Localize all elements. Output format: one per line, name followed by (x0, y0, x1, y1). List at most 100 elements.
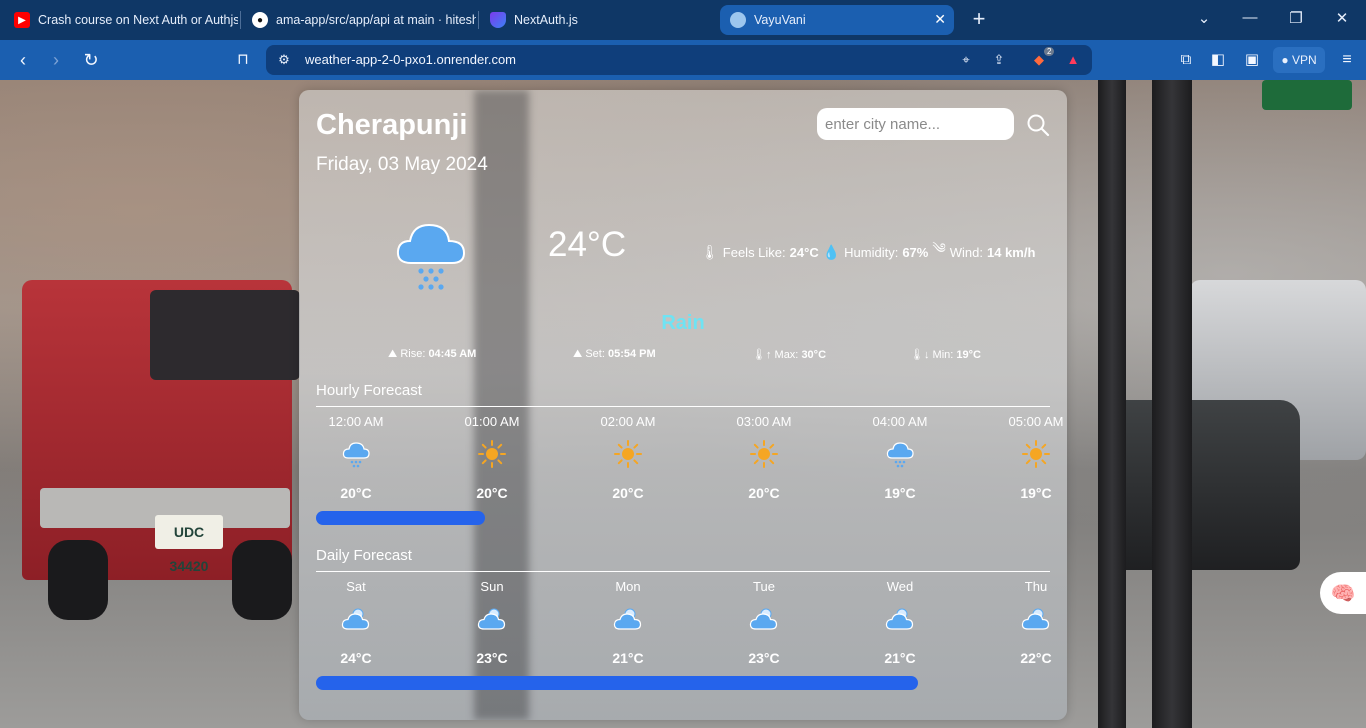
extensions-icon[interactable]: ⧉ (1175, 49, 1197, 71)
sunrise-label: Rise: (400, 348, 426, 360)
hourly-label: 01:00 AM (464, 414, 520, 429)
url-text[interactable]: weather-app-2-0-pxo1.onrender.com (305, 52, 516, 67)
max-temp-icon: 🌡↑ (752, 349, 772, 361)
hourly-item: 03:00 AM 20°C (724, 413, 804, 501)
brain-extension-icon[interactable]: 🧠 (1320, 572, 1366, 614)
daily-scrollbar-thumb[interactable] (316, 676, 918, 690)
menu-button[interactable]: ≡ (1336, 49, 1358, 71)
vpn-status-icon: ● (1281, 53, 1289, 67)
github-icon: ● (252, 12, 268, 28)
hourly-item: 01:00 AM 20°C (452, 413, 532, 501)
daily-item: Thu 22°C (996, 578, 1067, 666)
truck-wheel (48, 540, 108, 620)
max-temp-label: Max: (774, 349, 799, 361)
nextauth-icon (490, 12, 506, 28)
hourly-item: 04:00 AM 19°C (860, 413, 940, 501)
rain-cloud-icon (886, 442, 914, 468)
daily-item: Sat 24°C (316, 578, 396, 666)
daily-label: Mon (615, 579, 641, 594)
hourly-temp: 20°C (476, 485, 508, 501)
sunset-icon: ⛰ (573, 348, 583, 360)
max-temp-value: 30°C (801, 349, 827, 361)
location-icon[interactable]: ⌖ (957, 51, 975, 69)
browser-toolbar: ‹ › ↻ ⊓ ⚙ weather-app-2-0-pxo1.onrender.… (0, 40, 1366, 80)
humidity-value: 67% (902, 244, 929, 260)
sun-cloud-icon (613, 608, 642, 630)
daily-temp: 23°C (476, 650, 508, 666)
thermometer-icon: 🌡 (701, 243, 719, 260)
hourly-item: 12:00 AM 20°C (316, 413, 396, 501)
sun-cloud-icon (341, 608, 370, 630)
wind-value: 14 km/h (986, 244, 1036, 260)
search-icon[interactable] (1025, 112, 1051, 138)
max-temp: 🌡↑ Max: 30°C (752, 348, 826, 361)
sidebar-icon[interactable]: ◧ (1207, 49, 1229, 71)
tab-separator (478, 11, 479, 29)
tab-title: VayuVani (754, 13, 806, 27)
vpn-button[interactable]: ● VPN (1273, 47, 1325, 73)
minimize-button[interactable]: — (1238, 9, 1262, 26)
hourly-temp: 20°C (340, 485, 372, 501)
humidity-label: Humidity: (844, 244, 899, 260)
sun-icon (478, 440, 506, 468)
hourly-temp: 20°C (612, 485, 644, 501)
daily-label: Sat (346, 579, 366, 594)
hourly-label: 02:00 AM (600, 414, 656, 429)
share-icon[interactable]: ⇪ (990, 51, 1008, 69)
daily-temp: 24°C (340, 650, 372, 666)
wallet-icon[interactable]: ▣ (1241, 49, 1263, 71)
hourly-label: 03:00 AM (736, 414, 792, 429)
daily-temp: 22°C (1020, 650, 1052, 666)
reload-button[interactable]: ↻ (80, 49, 102, 71)
vayuvani-icon (730, 12, 746, 28)
browser-tab-bar: ▶ Crash course on Next Auth or Authjs ● … (0, 0, 1366, 40)
weather-card: Cherapunji Friday, 03 May 2024 24°C 🌡 Fe… (299, 90, 1067, 720)
tab-youtube[interactable]: ▶ Crash course on Next Auth or Authjs (4, 5, 238, 35)
hourly-forecast-list[interactable]: 12:00 AM 20°C 01:00 AM 20°C 02:00 AM 20°C 03:0… (299, 413, 1067, 523)
daily-label: Tue (753, 579, 775, 594)
hourly-label: 05:00 AM (1008, 414, 1064, 429)
forward-button[interactable]: › (45, 49, 67, 71)
daily-item: Sun 23°C (452, 578, 532, 666)
sunrise-value: 04:45 AM (428, 348, 477, 360)
tab-nextauth[interactable]: NextAuth.js (480, 5, 714, 35)
min-temp: 🌡↓ Min: 19°C (910, 348, 981, 361)
sunrise-icon: ⛰ (388, 348, 398, 360)
weather-details: 🌡 Feels Like: 24°C 💧 Humidity: 67% ༄ Win… (697, 232, 1035, 272)
brave-shields-count: 2 (1044, 47, 1055, 56)
restore-button[interactable]: ❐ (1284, 9, 1308, 27)
wind-icon: ༄ (932, 240, 946, 256)
daily-temp: 23°C (748, 650, 780, 666)
hourly-temp: 19°C (884, 485, 916, 501)
city-search-input[interactable] (817, 108, 1014, 140)
site-settings-icon[interactable]: ⚙ (275, 51, 293, 69)
truck-wheel (232, 540, 292, 620)
daily-label: Thu (1024, 579, 1048, 594)
sunrise: ⛰ Rise: 04:45 AM (388, 348, 476, 361)
tab-github[interactable]: ● ama-app/src/app/api at main · hitesh (242, 5, 476, 35)
close-tab-icon[interactable]: ✕ (934, 11, 946, 28)
tab-separator (240, 11, 241, 29)
min-temp-label: Min: (932, 349, 954, 361)
lamp-post (1152, 80, 1192, 728)
daily-item: Wed 21°C (860, 578, 940, 666)
new-tab-button[interactable]: + (966, 7, 992, 31)
sun-cloud-icon (1021, 608, 1050, 630)
bookmark-icon[interactable]: ⊓ (232, 49, 254, 71)
daily-forecast-list[interactable]: Sat 24°C Sun 23°C Mon 21°C Tue 23°C Wed 21°C Thu 22… (299, 578, 1067, 688)
city-name: Cherapunji (316, 109, 468, 141)
weather-condition: Rain (661, 312, 705, 334)
tab-vayuvani[interactable]: VayuVani ✕ (720, 5, 954, 35)
hourly-temp: 20°C (748, 485, 780, 501)
tab-list-chevron-icon[interactable]: ⌄ (1192, 9, 1216, 27)
hourly-scrollbar-thumb[interactable] (316, 511, 485, 525)
brave-rewards-icon[interactable]: ▲ (1064, 51, 1082, 69)
back-button[interactable]: ‹ (12, 49, 34, 71)
current-temperature: 24°C (548, 225, 627, 264)
close-window-button[interactable]: ✕ (1330, 9, 1354, 27)
hourly-temp: 19°C (1020, 485, 1052, 501)
address-bar[interactable]: ⚙ weather-app-2-0-pxo1.onrender.com ⌖ ⇪ … (266, 45, 1092, 75)
min-temp-value: 19°C (956, 349, 981, 361)
feels-like-value: 24°C (789, 244, 819, 260)
sun-cloud-icon (885, 608, 914, 630)
